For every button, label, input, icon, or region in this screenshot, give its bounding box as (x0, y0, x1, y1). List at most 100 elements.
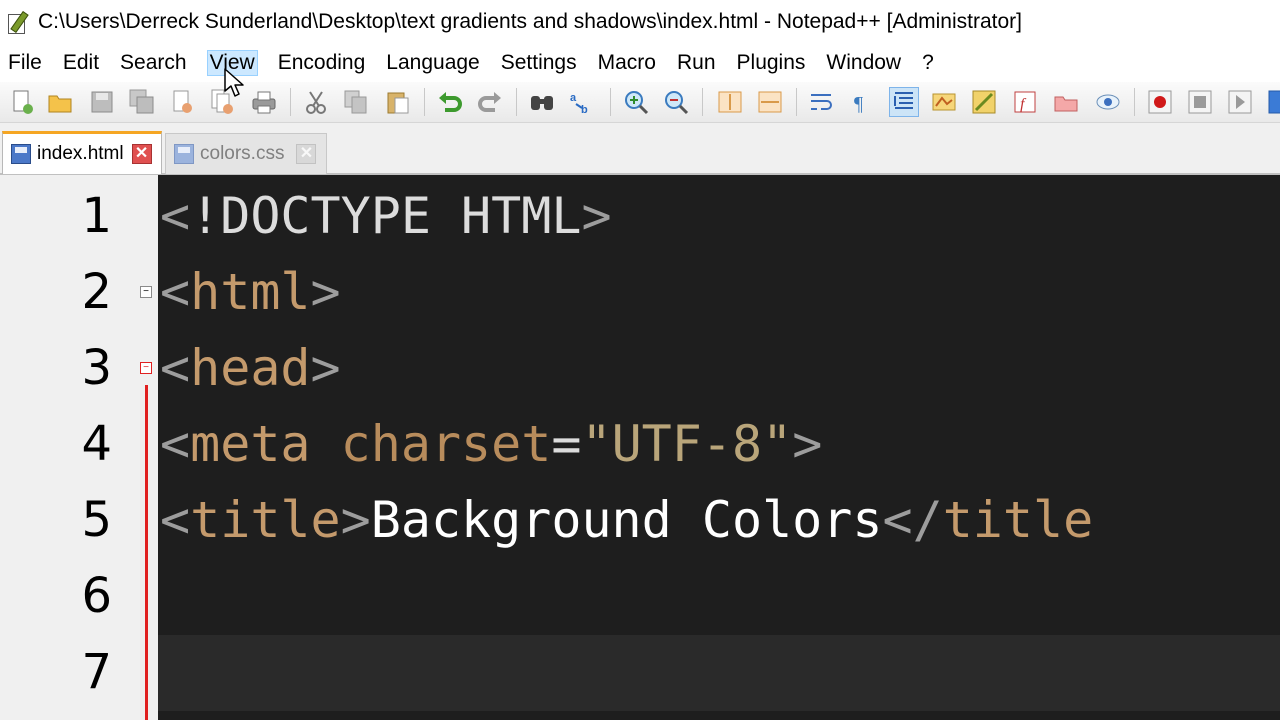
close-tab-icon[interactable]: ✕ (296, 144, 317, 164)
tab-label: index.html (37, 143, 124, 164)
code-token-bracket: < (160, 491, 191, 549)
indent-guide-icon[interactable] (889, 87, 919, 117)
code-token-bracket: < (160, 187, 191, 245)
close-tab-icon[interactable]: ✕ (131, 144, 152, 164)
menu-macro[interactable]: Macro (598, 51, 656, 75)
fold-collapse-icon[interactable]: − (140, 362, 152, 374)
folder-workspace-icon[interactable] (1052, 88, 1080, 116)
line-number: 3 (81, 340, 112, 396)
code-token-bracket: > (340, 491, 371, 549)
code-token-eq (311, 415, 341, 473)
code-token-tag: meta (190, 415, 311, 473)
code-line: 7 (0, 634, 1280, 710)
saved-file-icon (174, 144, 194, 164)
toolbar: ab ¶ f (0, 82, 1280, 123)
code-token-tag: head (190, 339, 311, 397)
line-number: 7 (81, 644, 112, 700)
menu-window[interactable]: Window (826, 51, 901, 75)
code-editor[interactable]: 1 <!DOCTYPE HTML> 2 − <html> 3 − <head> … (0, 175, 1280, 720)
line-number: 1 (81, 188, 112, 244)
copy-icon[interactable] (342, 88, 370, 116)
code-token-eq: = (551, 415, 582, 473)
tab-colors-css[interactable]: colors.css ✕ (165, 133, 327, 174)
code-line: 6 (0, 558, 1280, 634)
menu-file[interactable]: File (8, 51, 42, 75)
stop-macro-icon[interactable] (1186, 88, 1214, 116)
notepad-plus-plus-icon (6, 10, 29, 34)
close-icon[interactable] (168, 88, 196, 116)
menu-bar: File Edit Search View Encoding Language … (0, 44, 1280, 82)
doc-map-icon[interactable] (970, 88, 998, 116)
code-token-tag: html (190, 263, 311, 321)
tab-index-html[interactable]: index.html ✕ (2, 131, 162, 174)
menu-help[interactable]: ? (922, 51, 934, 75)
monitoring-icon[interactable] (1094, 88, 1122, 116)
tab-bar: index.html ✕ colors.css ✕ (0, 123, 1280, 175)
tab-label: colors.css (200, 143, 285, 164)
window-title: C:\Users\Derreck Sunderland\Desktop\text… (38, 10, 1022, 33)
menu-language[interactable]: Language (386, 51, 479, 75)
replace-icon[interactable]: ab (568, 88, 596, 116)
show-all-chars-icon[interactable]: ¶ (848, 88, 876, 116)
code-token-text: Background Colors (370, 491, 883, 549)
line-number: 6 (81, 568, 112, 624)
paste-icon[interactable] (384, 88, 412, 116)
find-icon[interactable] (528, 88, 556, 116)
line-number: 2 (81, 264, 112, 320)
print-icon[interactable] (250, 88, 278, 116)
code-token-tag: title (942, 491, 1094, 549)
menu-run[interactable]: Run (677, 51, 716, 75)
sync-vertical-icon[interactable] (716, 88, 744, 116)
record-macro-icon[interactable] (1146, 88, 1174, 116)
code-token-doctype: !DOCTYPE HTML (190, 187, 582, 245)
toolbar-separator (610, 88, 611, 116)
code-line: 3 − <head> (0, 330, 1280, 406)
code-token-bracket: < (160, 415, 191, 473)
menu-settings[interactable]: Settings (501, 51, 577, 75)
zoom-in-icon[interactable] (622, 88, 650, 116)
code-text: <head> (160, 330, 341, 406)
code-token-bracket: </ (882, 491, 943, 549)
new-file-icon[interactable] (8, 88, 36, 116)
code-token-attr: charset (340, 415, 552, 473)
toolbar-separator (796, 88, 797, 116)
code-line: 1 <!DOCTYPE HTML> (0, 178, 1280, 254)
cut-icon[interactable] (302, 88, 330, 116)
open-file-icon[interactable] (46, 88, 74, 116)
code-token-bracket: > (310, 339, 341, 397)
word-wrap-icon[interactable] (808, 88, 836, 116)
fold-collapse-icon[interactable]: − (140, 286, 152, 298)
toolbar-separator (702, 88, 703, 116)
line-number: 4 (81, 416, 112, 472)
code-line: 4 <meta charset="UTF-8"> (0, 406, 1280, 482)
menu-search[interactable]: Search (120, 51, 187, 75)
code-text: <!DOCTYPE HTML> (160, 178, 612, 254)
undo-icon[interactable] (436, 88, 464, 116)
sync-horizontal-icon[interactable] (756, 88, 784, 116)
code-text: <html> (160, 254, 341, 330)
saved-file-icon (11, 144, 31, 164)
menu-encoding[interactable]: Encoding (278, 51, 366, 75)
code-token-bracket: < (160, 339, 191, 397)
title-bar: C:\Users\Derreck Sunderland\Desktop\text… (0, 0, 1280, 44)
code-token-tag: title (190, 491, 341, 549)
user-lang-icon[interactable] (930, 88, 958, 116)
toolbar-separator (516, 88, 517, 116)
svg-text:¶: ¶ (854, 93, 863, 115)
play-macro-icon[interactable] (1226, 88, 1254, 116)
code-text: <meta charset="UTF-8"> (160, 406, 822, 482)
code-token-bracket: > (310, 263, 341, 321)
code-token-bracket: > (581, 187, 612, 245)
zoom-out-icon[interactable] (662, 88, 690, 116)
toolbar-separator (424, 88, 425, 116)
svg-text:b: b (581, 104, 588, 116)
menu-plugins[interactable]: Plugins (737, 51, 806, 75)
save-all-icon[interactable] (128, 88, 156, 116)
code-token-bracket: < (160, 263, 191, 321)
menu-edit[interactable]: Edit (63, 51, 99, 75)
save-icon[interactable] (88, 88, 116, 116)
code-text: <title>Background Colors</title (160, 482, 1093, 558)
run-macro-icon[interactable] (1266, 88, 1280, 116)
redo-icon[interactable] (476, 88, 504, 116)
function-list-icon[interactable]: f (1012, 88, 1040, 116)
